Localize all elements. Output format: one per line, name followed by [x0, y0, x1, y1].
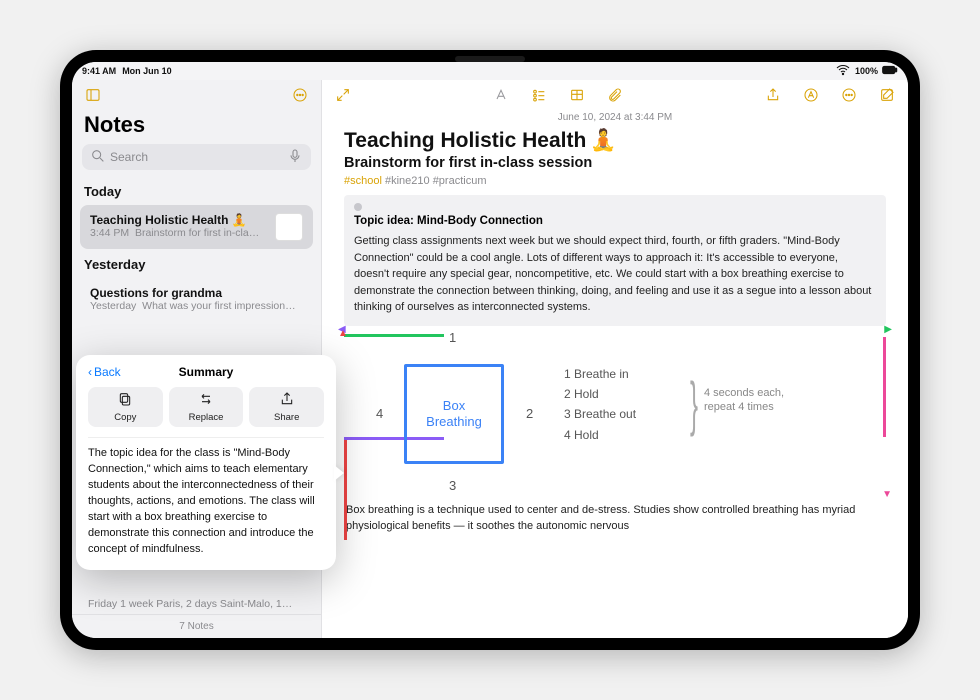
note-title-text: Teaching Holistic Health	[90, 213, 228, 227]
selection-handle-icon[interactable]	[354, 203, 362, 211]
summary-text: The topic idea for the class is "Mind-Bo…	[88, 437, 324, 558]
back-button[interactable]: ‹ Back	[88, 365, 121, 379]
note-tags[interactable]: #school #kine210 #practicum	[344, 175, 886, 187]
checklist-icon[interactable]	[528, 84, 550, 106]
sidebar-title: Notes	[72, 110, 321, 144]
search-input[interactable]: Search	[82, 144, 311, 170]
note-thumbnail	[275, 213, 303, 241]
note-body[interactable]: June 10, 2024 at 3:44 PM Teaching Holist…	[322, 110, 908, 638]
share-icon	[279, 391, 295, 410]
mic-icon[interactable]	[287, 148, 303, 167]
box-breathing-sketch: Box Breathing 1 2 3 4 1 Breathe in 2 Hol…	[344, 334, 886, 494]
compose-icon[interactable]	[876, 84, 898, 106]
search-icon	[90, 148, 106, 167]
section-today: Today	[72, 178, 321, 203]
note-title: Teaching Holistic Health 🧘	[344, 129, 886, 153]
note-timestamp: June 10, 2024 at 3:44 PM	[344, 112, 886, 123]
notes-sidebar: Notes Search Today Teaching Holistic Hea…	[72, 80, 322, 638]
chevron-left-icon: ‹	[88, 365, 92, 379]
selected-text-block[interactable]: Topic idea: Mind-Body Connection Getting…	[344, 195, 886, 326]
more-icon[interactable]	[838, 84, 860, 106]
share-button[interactable]: Share	[249, 387, 324, 427]
section-yesterday: Yesterday	[72, 251, 321, 276]
battery-icon	[882, 62, 898, 80]
battery-percent: 100%	[855, 66, 878, 76]
status-date: Mon Jun 10	[122, 66, 172, 76]
paragraph-1: Getting class assignments next week but …	[354, 233, 876, 316]
note-item-today[interactable]: Teaching Holistic Health 🧘 3:44 PM Brain…	[80, 205, 313, 249]
wifi-icon	[835, 62, 851, 80]
notes-count: 7 Notes	[72, 614, 321, 638]
breathing-steps: 1 Breathe in 2 Hold 3 Breathe out 4 Hold	[564, 364, 636, 446]
attachment-icon[interactable]	[604, 84, 626, 106]
fullscreen-icon[interactable]	[332, 84, 354, 106]
status-time: 9:41 AM	[82, 66, 116, 76]
status-bar: 9:41 AM Mon Jun 10 100%	[72, 62, 908, 80]
meditation-emoji: 🧘	[590, 129, 616, 153]
note-subtitle[interactable]: Brainstorm for first in-class session	[344, 155, 886, 171]
breathing-annotation: 4 seconds each, repeat 4 times	[704, 386, 784, 415]
table-icon[interactable]	[566, 84, 588, 106]
summary-popover: ‹ Back Summary Copy Replace	[76, 355, 336, 570]
note-editor: June 10, 2024 at 3:44 PM Teaching Holist…	[322, 80, 908, 638]
note-item-yesterday[interactable]: Questions for grandma Yesterday What was…	[80, 278, 313, 320]
note-item-friday[interactable]: Friday 1 week Paris, 2 days Saint-Malo, …	[72, 594, 321, 614]
popover-title: Summary	[179, 365, 234, 379]
replace-button[interactable]: Replace	[169, 387, 244, 427]
replace-icon	[198, 391, 214, 410]
topic-heading: Topic idea: Mind-Body Connection	[354, 215, 876, 227]
text-format-icon[interactable]	[490, 84, 512, 106]
brace-icon: }	[690, 369, 698, 438]
meditation-emoji: 🧘	[231, 213, 246, 227]
copy-icon	[117, 391, 133, 410]
share-note-icon[interactable]	[762, 84, 784, 106]
copy-button[interactable]: Copy	[88, 387, 163, 427]
more-options-icon[interactable]	[289, 84, 311, 106]
writing-tools-icon[interactable]	[800, 84, 822, 106]
sidebar-toggle-icon[interactable]	[82, 84, 104, 106]
search-placeholder: Search	[110, 150, 148, 164]
